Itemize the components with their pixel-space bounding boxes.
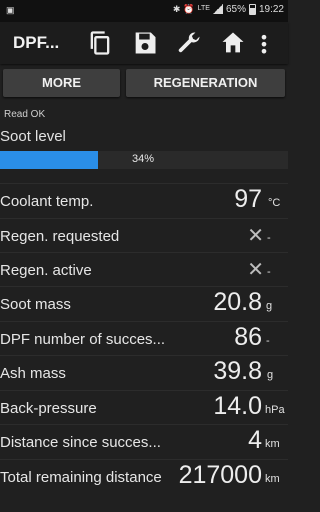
table-row: Soot mass 20.8 g [0,286,288,321]
row-value: 39.8 [213,357,262,385]
row-value: 20.8 [213,288,262,316]
row-label: DPF number of succes... [0,331,166,348]
battery-percent: 65% [225,3,246,15]
table-row: Regen. active ✕ - [0,252,288,287]
cross-icon: ✕ [247,259,264,281]
table-row: Coolant temp. 97 °C [0,183,288,218]
table-row: Regen. requested ✕ - [0,218,288,253]
row-value: 97 [234,185,262,213]
bluetooth-icon: ✱ [172,4,181,14]
more-button[interactable]: MORE [3,69,120,97]
read-status: Read OK [4,109,46,120]
row-label: Soot mass [0,296,71,313]
row-value: 4 [248,426,262,454]
status-bar: ▣ ✱ ⏰ LTE 65% 19:22 [0,0,288,22]
row-label: Regen. requested [0,228,120,245]
battery-icon [248,3,256,15]
row-unit: hPa [265,404,285,416]
notification-icon: ▣ [6,5,15,15]
home-icon[interactable] [219,29,247,57]
alarm-icon: ⏰ [183,4,195,14]
row-unit: °C [268,197,281,209]
row-unit: - [267,266,271,278]
row-unit: - [267,232,271,244]
network-type: LTE [197,5,210,12]
overflow-menu-icon[interactable] [257,29,271,57]
regeneration-button[interactable]: REGENERATION [126,69,285,97]
soot-level-percent: 34% [132,153,155,165]
row-value: 14.0 [213,392,262,420]
table-row: Ash mass 39.8 g [0,355,288,390]
save-icon[interactable] [131,29,159,57]
row-unit: - [266,335,270,347]
table-row: Total remaining distance 217000 km [0,459,288,494]
table-row: DPF number of succes... 86- [0,321,288,356]
row-label: Total remaining distance [0,469,162,486]
row-value: 86 [234,323,262,351]
row-value: 217000 [178,461,262,489]
row-label: Ash mass [0,365,66,382]
cross-icon: ✕ [247,225,264,247]
table-row: Distance since succes... 4 km [0,424,288,459]
wrench-icon[interactable] [175,29,203,57]
row-unit: km [265,438,280,450]
app-title: DPF... [13,33,60,52]
soot-level-fill [0,151,98,169]
row-unit: km [265,473,280,485]
table-row: Back-pressure 14.0 hPa [0,390,288,425]
copy-icon[interactable] [86,29,114,57]
clock: 19:22 [258,3,284,15]
row-unit: g [266,300,273,312]
row-label: Distance since succes... [0,434,161,451]
signal-icon [212,4,223,14]
row-unit: g [267,369,274,381]
row-label: Back-pressure [0,400,97,417]
row-label: Regen. active [0,262,92,279]
app-bar: DPF... [0,22,288,64]
row-label: Coolant temp. [0,193,94,210]
soot-level-progress: 34% [0,151,288,169]
soot-level-label: Soot level [0,128,66,145]
